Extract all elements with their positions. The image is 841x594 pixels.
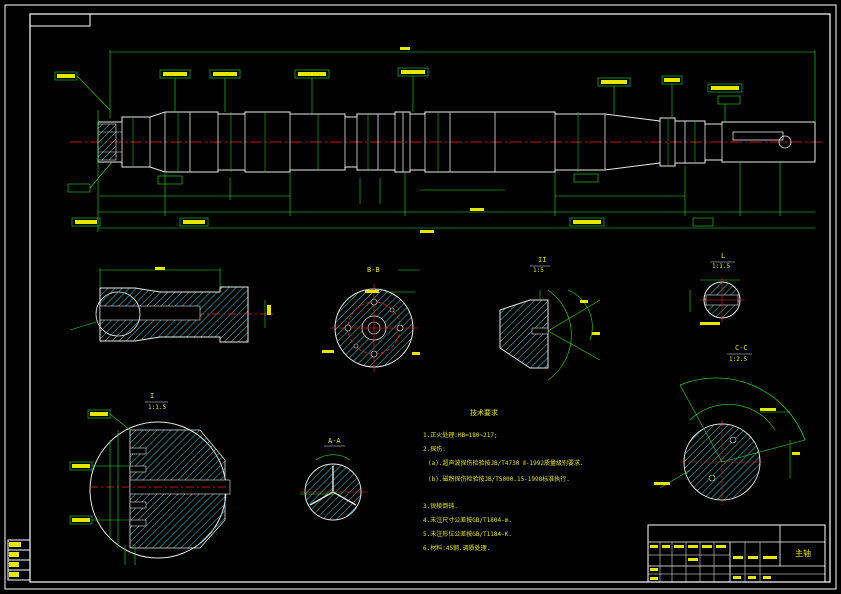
detail-l-label: L xyxy=(721,252,725,260)
drawing-canvas: B-B II 1:5 L 1:1.5 I 1:1.5 A-A C-C 1:2.5… xyxy=(4,4,837,590)
detail-i-view: I 1:1.5 xyxy=(69,392,231,565)
note-line-1: 1.正火处理:HB=180~217; xyxy=(423,431,498,439)
section-aa-view: A-A xyxy=(300,437,368,521)
note-line-3: (a).超声波探伤检验按JB/T4730 Ⅱ-1992质量级别要求. xyxy=(428,459,584,467)
section-bb-view: B-B xyxy=(322,266,420,372)
section-cc-scale: 1:2.5 xyxy=(729,356,747,363)
left-margin-stamp xyxy=(7,539,31,581)
title-block: 主轴 xyxy=(647,524,826,583)
detail-i-label: I xyxy=(150,392,154,400)
section-aa-label: A-A xyxy=(328,437,341,445)
main-shaft-view xyxy=(54,47,825,233)
detail-ii-view: II 1:5 xyxy=(499,256,601,381)
detail-ii-label: II xyxy=(538,256,546,264)
detail-l-view: L 1:1.5 xyxy=(689,252,745,325)
corner-box xyxy=(29,13,91,27)
notes-heading: 技术要求 xyxy=(470,408,498,417)
detail-l-scale: 1:1.5 xyxy=(712,263,730,270)
note-line-7: 5.未注形位公差按GB/T1184-K. xyxy=(423,530,512,538)
section-cc-label: C-C xyxy=(735,344,748,352)
detail-ii-scale: 1:5 xyxy=(533,267,544,274)
technical-notes: 技术要求 1.正火处理:HB=180~217; 2.探伤: (a).超声波探伤检… xyxy=(423,408,584,552)
note-line-5: 3.锐棱倒钝. xyxy=(423,502,458,510)
drawing-title: 主轴 xyxy=(795,548,811,558)
cad-drawing: B-B II 1:5 L 1:1.5 I 1:1.5 A-A C-C 1:2.5… xyxy=(0,0,841,594)
section-bb-label: B-B xyxy=(367,266,380,274)
section-cc-view: C-C 1:2.5 xyxy=(654,344,806,505)
note-line-6: 4.未注尺寸公差按GB/T1804-m. xyxy=(423,516,512,524)
note-line-2: 2.探伤: xyxy=(423,445,446,453)
detail-i-scale: 1:1.5 xyxy=(148,404,166,411)
note-line-8: 6.材料:45钢.调质处理. xyxy=(423,544,490,552)
left-end-section-view xyxy=(69,267,275,343)
note-line-4: (b).磁粉探伤检验按JB/T5000.15-1998标准执行. xyxy=(428,475,570,483)
